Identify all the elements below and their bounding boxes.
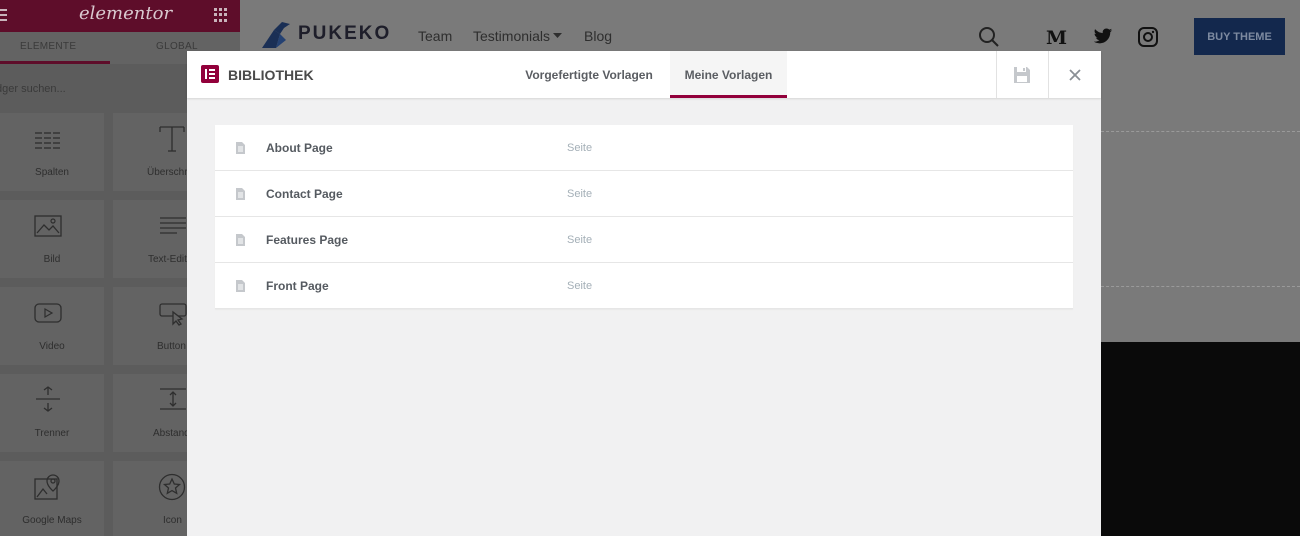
- caret-down-icon: [553, 33, 562, 38]
- template-row[interactable]: Features Page Seite: [215, 217, 1073, 263]
- widget-label: Google Maps: [22, 515, 82, 526]
- widget-search-input[interactable]: dger suchen...: [0, 83, 66, 95]
- video-icon: [34, 303, 62, 323]
- panel-header: elementor: [0, 0, 240, 32]
- nav-testimonials[interactable]: Testimonials: [473, 28, 550, 44]
- widget-label: Spalten: [35, 167, 69, 178]
- library-header: BIBLIOTHEK Vorgefertigte Vorlagen Meine …: [187, 51, 1101, 98]
- widget-google-maps[interactable]: Google Maps: [0, 461, 104, 536]
- template-name: About Page: [266, 141, 333, 155]
- instagram-icon[interactable]: [1138, 27, 1158, 47]
- template-type: Seite: [567, 142, 593, 154]
- library-title: BIBLIOTHEK: [228, 67, 314, 83]
- divider-icon: [36, 386, 60, 412]
- save-icon: [1014, 66, 1030, 83]
- page-icon: [236, 234, 245, 246]
- elementor-logo: elementor: [79, 3, 173, 24]
- dark-section: [1101, 342, 1300, 536]
- section-divider: [1101, 286, 1300, 287]
- widget-video[interactable]: Video: [0, 287, 104, 365]
- map-icon: [34, 474, 60, 500]
- twitter-icon[interactable]: [1093, 28, 1113, 45]
- page-icon: [236, 280, 245, 292]
- pukeko-bird-icon: [262, 22, 290, 48]
- template-row[interactable]: Contact Page Seite: [215, 171, 1073, 217]
- widget-spalten[interactable]: Spalten: [0, 113, 104, 191]
- text-editor-icon: [160, 217, 186, 234]
- close-button[interactable]: [1049, 51, 1101, 98]
- widget-label: Abstand: [153, 428, 190, 439]
- widget-label: Button: [157, 341, 186, 352]
- template-type: Seite: [567, 188, 593, 200]
- tab-vorgefertigte-vorlagen[interactable]: Vorgefertigte Vorlagen: [514, 51, 664, 98]
- spacer-icon: [160, 388, 186, 410]
- template-list: About Page Seite Contact Page Seite Feat…: [215, 125, 1073, 309]
- tab-elemente[interactable]: ELEMENTE: [20, 41, 76, 52]
- close-icon: [1069, 68, 1081, 81]
- template-type: Seite: [567, 234, 593, 246]
- button-icon: [159, 303, 187, 326]
- template-name: Contact Page: [266, 187, 343, 201]
- template-name: Features Page: [266, 233, 349, 247]
- nav-team[interactable]: Team: [418, 28, 452, 44]
- template-row[interactable]: Front Page Seite: [215, 263, 1073, 309]
- widget-label: Video: [39, 341, 65, 352]
- medium-icon[interactable]: M: [1046, 27, 1067, 49]
- search-icon[interactable]: [978, 26, 1000, 48]
- template-row[interactable]: About Page Seite: [215, 125, 1073, 171]
- hamburger-menu-icon[interactable]: [0, 9, 7, 21]
- page-icon: [236, 142, 245, 154]
- widget-label: Bild: [43, 254, 61, 265]
- apps-grid-icon[interactable]: [214, 8, 228, 22]
- template-type: Seite: [567, 280, 593, 292]
- heading-icon: [159, 126, 185, 152]
- image-icon: [34, 215, 62, 237]
- star-icon: [158, 473, 186, 501]
- columns-icon: [35, 132, 60, 149]
- active-tab-indicator: [0, 61, 110, 64]
- elementor-logo-icon: [201, 65, 219, 83]
- page-icon: [236, 188, 245, 200]
- nav-blog[interactable]: Blog: [584, 28, 612, 44]
- active-tab-indicator: [670, 95, 787, 98]
- widget-label: Icon: [163, 515, 182, 526]
- site-logo[interactable]: PUKEKO: [298, 23, 391, 45]
- widget-bild[interactable]: Bild: [0, 200, 104, 278]
- buy-theme-button[interactable]: BUY THEME: [1194, 18, 1285, 55]
- tab-label: Meine Vorlagen: [684, 67, 773, 82]
- widget-label: Trenner: [34, 428, 70, 439]
- widget-trenner[interactable]: Trenner: [0, 374, 104, 452]
- tab-meine-vorlagen[interactable]: Meine Vorlagen: [670, 51, 787, 98]
- library-modal: BIBLIOTHEK Vorgefertigte Vorlagen Meine …: [187, 51, 1101, 536]
- save-template-button[interactable]: [996, 51, 1048, 98]
- section-divider: [1101, 131, 1300, 132]
- template-name: Front Page: [266, 279, 329, 293]
